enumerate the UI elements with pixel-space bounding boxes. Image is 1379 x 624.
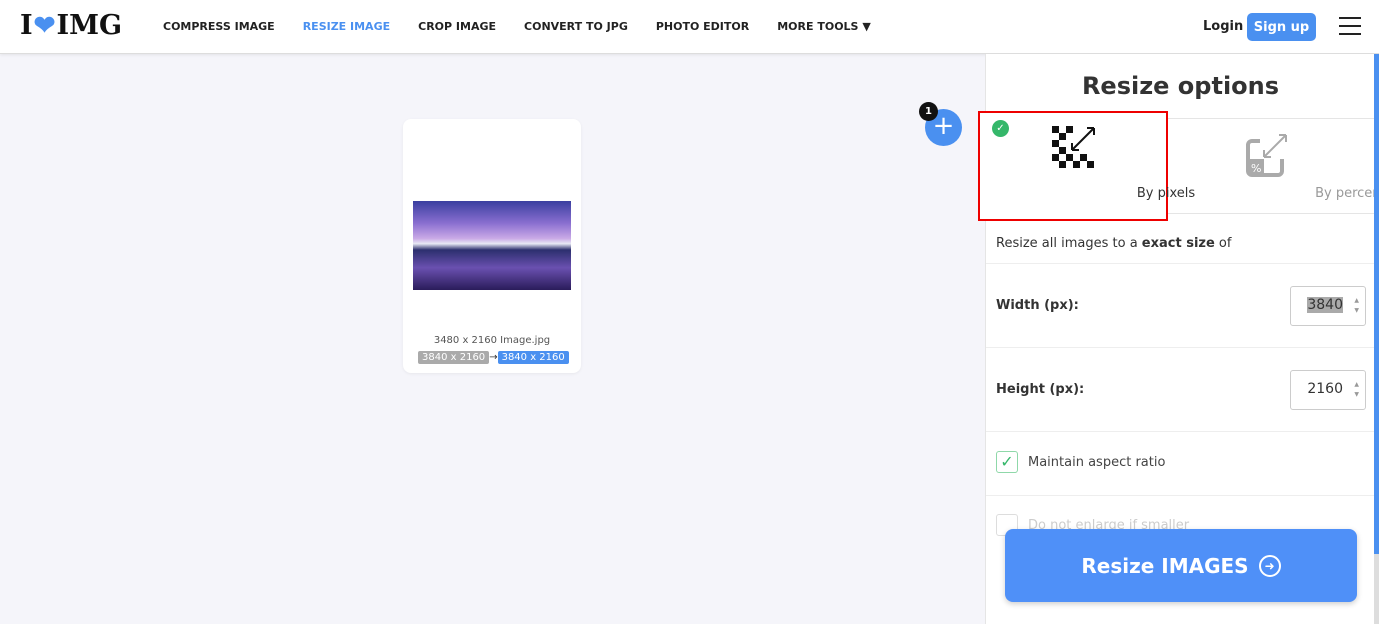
height-row: Height (px): 2160 ▲ ▼ — [986, 348, 1375, 432]
aspect-row: ✓ Maintain aspect ratio — [986, 432, 1375, 496]
nav-more-tools[interactable]: MORE TOOLS ▼ — [777, 20, 871, 33]
new-size: 3840 x 2160 — [497, 351, 569, 364]
height-value: 2160 — [1307, 381, 1343, 397]
header: I ❤ IMG COMPRESS IMAGE RESIZE IMAGE CROP I… — [0, 0, 1379, 54]
original-size: 3840 x 2160 — [418, 351, 490, 364]
tab-label: By pixels — [1136, 186, 1196, 201]
signup-button[interactable]: Sign up — [1247, 13, 1316, 41]
spinner-icon[interactable]: ▲ ▼ — [1354, 380, 1359, 400]
resize-mode-tabs: ✓ By pixels % By percentage — [978, 111, 1379, 221]
desc-text: Resize all images to a — [996, 236, 1142, 251]
nav-crop[interactable]: CROP IMAGE — [418, 20, 496, 33]
height-input[interactable]: 2160 ▲ ▼ — [1290, 370, 1366, 410]
arrow-right-icon: → — [489, 352, 498, 363]
description: Resize all images to a exact size of — [986, 214, 1375, 264]
resize-label: Resize IMAGES — [1081, 553, 1249, 578]
hamburger-menu-icon[interactable] — [1339, 17, 1361, 41]
nav-more-label: MORE TOOLS — [777, 20, 859, 33]
tab-label: By percentage — [1315, 186, 1379, 201]
file-count-badge: 1 — [919, 102, 938, 121]
nav-convert[interactable]: CONVERT TO JPG — [524, 20, 628, 33]
pixels-resize-icon — [1052, 126, 1095, 168]
arrow-circle-right-icon: ➜ — [1258, 554, 1281, 577]
width-row: Width (px): 3840 ▲ ▼ — [986, 264, 1375, 348]
svg-text:%: % — [1251, 162, 1261, 175]
dimension-change: 3840 x 2160 → 3840 x 2160 — [418, 351, 569, 364]
desc-text-end: of — [1214, 236, 1232, 251]
main-nav: COMPRESS IMAGE RESIZE IMAGE CROP IMAGE C… — [163, 20, 871, 33]
percentage-resize-icon: % — [1246, 134, 1287, 177]
scrollbar[interactable] — [1374, 54, 1379, 624]
login-link[interactable]: Login — [1203, 19, 1243, 34]
width-input[interactable]: 3840 ▲ ▼ — [1290, 286, 1366, 326]
height-label: Height (px): — [996, 382, 1085, 397]
heart-icon: ❤ — [33, 10, 56, 41]
aspect-ratio-label: Maintain aspect ratio — [1028, 455, 1166, 470]
check-icon: ✓ — [992, 120, 1009, 137]
file-name: 3480 x 2160 Image.jpg — [433, 335, 551, 346]
desc-bold: exact size — [1141, 236, 1215, 251]
panel-title: Resize options — [1081, 72, 1280, 100]
spinner-icon[interactable]: ▲ ▼ — [1354, 296, 1359, 316]
resize-images-button[interactable]: Resize IMAGES ➜ — [1005, 529, 1357, 602]
tab-by-pixels[interactable]: ✓ By pixels — [978, 111, 1195, 221]
image-thumbnail — [413, 201, 571, 290]
file-card: 3480 x 2160 Image.jpg 3840 x 2160 → 3840… — [403, 119, 581, 373]
caret-down-icon: ▼ — [862, 20, 871, 33]
aspect-ratio-checkbox[interactable]: ✓ — [996, 451, 1018, 473]
nav-resize[interactable]: RESIZE IMAGE — [303, 20, 390, 33]
logo[interactable]: I ❤ IMG — [20, 10, 122, 41]
width-value: 3840 — [1307, 297, 1343, 313]
nav-compress[interactable]: COMPRESS IMAGE — [163, 20, 275, 33]
nav-photo-editor[interactable]: PHOTO EDITOR — [656, 20, 749, 33]
width-label: Width (px): — [996, 298, 1079, 313]
